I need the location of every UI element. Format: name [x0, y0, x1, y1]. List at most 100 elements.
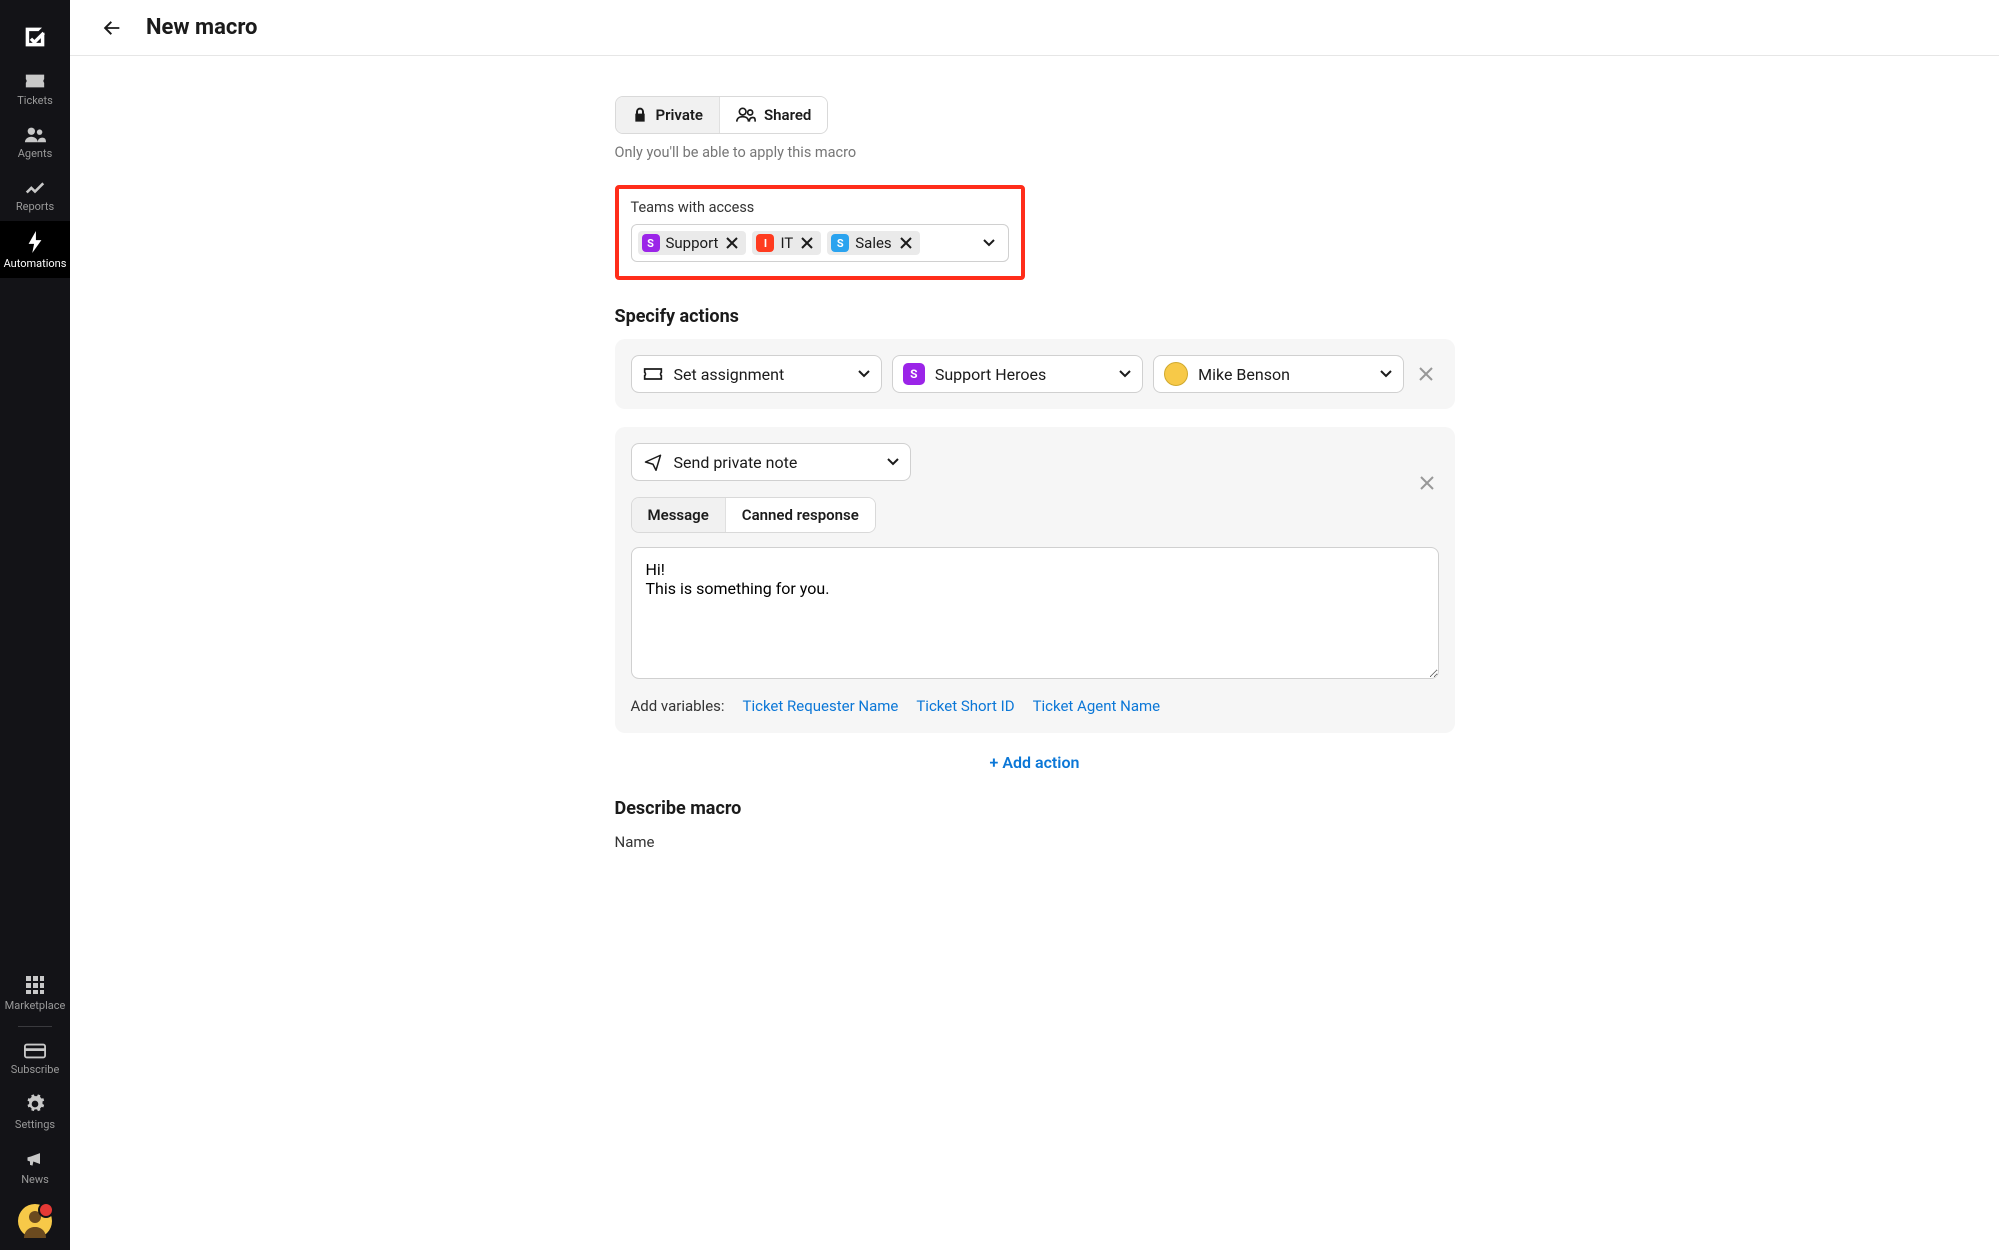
lock-icon: [632, 107, 648, 123]
teams-dropdown-toggle[interactable]: [982, 236, 1002, 250]
note-mode-message[interactable]: Message: [632, 498, 725, 532]
chevron-down-icon: [1118, 367, 1132, 381]
specify-actions-title: Specify actions: [615, 306, 1455, 327]
add-variables-row: Add variables: Ticket Requester Name Tic…: [631, 697, 1439, 715]
sidebar-label: Subscribe: [11, 1063, 60, 1076]
note-mode-toggle: Message Canned response: [631, 497, 876, 533]
sidebar-label: Marketplace: [5, 999, 66, 1012]
sidebar-item-subscribe[interactable]: Subscribe: [0, 1033, 70, 1084]
team-tag-label: Support: [666, 234, 719, 252]
describe-macro-title: Describe macro: [615, 798, 1455, 819]
close-icon: [726, 237, 738, 249]
visibility-shared-label: Shared: [764, 106, 811, 124]
profile-avatar[interactable]: [18, 1204, 52, 1238]
team-tag-it: I IT: [752, 231, 821, 255]
agents-icon: [24, 125, 46, 143]
bolt-icon: [26, 231, 44, 253]
sidebar-label: Tickets: [17, 94, 53, 107]
agent-avatar-icon: [1164, 362, 1188, 386]
variable-link-short-id[interactable]: Ticket Short ID: [916, 697, 1014, 715]
action-type-label: Set assignment: [674, 365, 785, 384]
chevron-down-icon: [1379, 367, 1393, 381]
top-header: New macro: [70, 0, 1999, 56]
team-badge: S: [831, 234, 849, 252]
action-team-label: Support Heroes: [935, 365, 1046, 384]
visibility-private-label: Private: [656, 106, 704, 124]
name-field-label: Name: [615, 833, 1455, 851]
app-logo: [16, 18, 54, 56]
back-button[interactable]: [98, 14, 126, 42]
action-panel-1: Set assignment S Support Heroes Mike Ben…: [615, 339, 1455, 409]
main-area: New macro Private Shared Only you'll be …: [70, 0, 1999, 1250]
team-tag-support: S Support: [638, 231, 747, 255]
close-icon: [801, 237, 813, 249]
reports-icon: [24, 178, 46, 196]
gear-icon: [25, 1094, 45, 1114]
remove-team-it[interactable]: [799, 235, 815, 251]
remove-team-sales[interactable]: [898, 235, 914, 251]
close-icon: [1420, 476, 1434, 490]
sidebar-label: News: [21, 1173, 49, 1186]
sidebar-item-automations[interactable]: Automations: [0, 221, 70, 278]
sidebar-divider: [18, 1026, 52, 1027]
shared-icon: [736, 107, 756, 123]
action-type-select[interactable]: Set assignment: [631, 355, 882, 393]
sidebar-label: Settings: [15, 1118, 55, 1131]
visibility-toggle: Private Shared: [615, 96, 829, 134]
sidebar-item-reports[interactable]: Reports: [0, 168, 70, 221]
message-textarea[interactable]: [631, 547, 1439, 679]
action-type-select-2[interactable]: Send private note: [631, 443, 911, 481]
variable-link-requester-name[interactable]: Ticket Requester Name: [743, 697, 899, 715]
add-action-link[interactable]: + Add action: [990, 753, 1080, 772]
sidebar-item-agents[interactable]: Agents: [0, 115, 70, 168]
remove-action-2[interactable]: [1415, 471, 1439, 495]
tab-canned-label: Canned response: [742, 506, 859, 524]
avatar-icon: [18, 1204, 52, 1238]
sidebar-label: Agents: [18, 147, 53, 160]
sidebar-item-settings[interactable]: Settings: [0, 1084, 70, 1139]
remove-action-1[interactable]: [1414, 367, 1438, 381]
chevron-down-icon: [886, 455, 900, 469]
chevron-down-icon: [857, 367, 871, 381]
ticket-icon: [642, 363, 664, 385]
note-mode-canned[interactable]: Canned response: [726, 498, 875, 532]
visibility-shared-button[interactable]: Shared: [720, 97, 827, 133]
team-tag-label: Sales: [855, 234, 891, 252]
teams-access-input[interactable]: S Support I IT S Sales: [631, 224, 1009, 262]
grid-icon: [25, 975, 45, 995]
team-badge: I: [756, 234, 774, 252]
page-title: New macro: [146, 15, 257, 40]
add-action-row: + Add action: [615, 753, 1455, 772]
action-team-select[interactable]: S Support Heroes: [892, 355, 1143, 393]
ticket-icon: [24, 72, 46, 90]
team-badge-icon: S: [903, 363, 925, 385]
team-tag-label: IT: [780, 234, 793, 252]
close-icon: [900, 237, 912, 249]
sidebar-label: Automations: [4, 257, 67, 270]
action-agent-label: Mike Benson: [1198, 365, 1290, 384]
remove-team-support[interactable]: [724, 235, 740, 251]
action-agent-select[interactable]: Mike Benson: [1153, 355, 1404, 393]
chevron-down-icon: [982, 236, 996, 250]
arrow-left-icon: [101, 17, 123, 39]
teams-access-label: Teams with access: [631, 199, 1009, 216]
send-icon: [642, 451, 664, 473]
team-tag-sales: S Sales: [827, 231, 919, 255]
card-icon: [24, 1043, 46, 1059]
add-variables-label: Add variables:: [631, 697, 725, 715]
megaphone-icon: [25, 1149, 45, 1169]
sidebar-item-news[interactable]: News: [0, 1139, 70, 1194]
action-type-label-2: Send private note: [674, 453, 798, 472]
sidebar-label: Reports: [16, 200, 54, 213]
visibility-private-button[interactable]: Private: [616, 97, 720, 133]
close-icon: [1419, 367, 1433, 381]
sidebar-item-marketplace[interactable]: Marketplace: [0, 965, 70, 1020]
action-panel-2: Send private note Message Canned respons…: [615, 427, 1455, 733]
sidebar-item-tickets[interactable]: Tickets: [0, 62, 70, 115]
visibility-help-text: Only you'll be able to apply this macro: [615, 144, 1455, 161]
left-sidebar: Tickets Agents Reports Automations Marke…: [0, 0, 70, 1250]
teams-access-section: Teams with access S Support I IT S Sal: [615, 185, 1025, 280]
tab-message-label: Message: [648, 506, 709, 524]
variable-link-agent-name[interactable]: Ticket Agent Name: [1033, 697, 1161, 715]
team-badge: S: [642, 234, 660, 252]
